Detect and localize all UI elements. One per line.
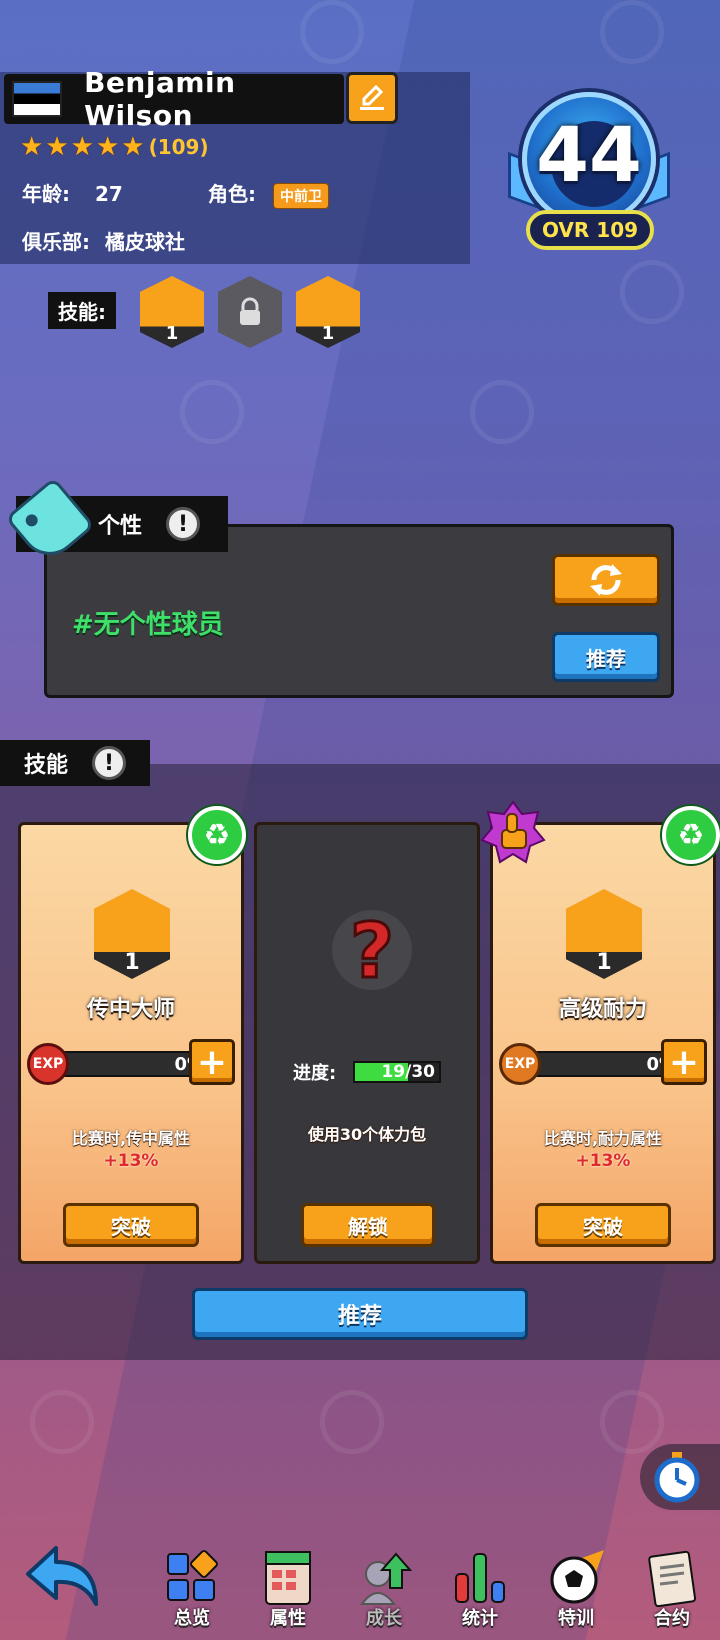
unlock-requirement: 使用30个体力包: [307, 1125, 427, 1144]
skill-bonus: +13%: [575, 1151, 631, 1171]
player-name: Benjamin Wilson: [84, 66, 236, 132]
skill-icon-stamina[interactable]: 1: [296, 276, 360, 348]
progress-bar: 19/30: [353, 1061, 441, 1083]
refresh-personality-button[interactable]: [552, 554, 660, 606]
progress-value: 19/30: [381, 1062, 435, 1082]
personality-tab-label: 个性: [98, 514, 143, 539]
svg-text:?: ?: [350, 906, 394, 995]
star-icon: ★: [95, 132, 120, 162]
ball-pattern: [30, 1390, 94, 1454]
skills-recommend-button[interactable]: 推荐: [192, 1288, 528, 1340]
skill-description: 比赛时,耐力属性: [543, 1129, 663, 1148]
exp-badge: EXP: [27, 1043, 69, 1085]
skill-level: 1: [124, 950, 140, 975]
skills-info-button[interactable]: !: [92, 746, 127, 780]
ovr-badge: 44 OVR 109: [508, 92, 670, 264]
nav-contract[interactable]: 合约: [632, 1548, 712, 1632]
refresh-icon: [590, 564, 622, 596]
pencil-icon: [360, 84, 384, 110]
country-flag: [12, 81, 63, 117]
nav-label: 合约: [654, 1608, 690, 1629]
skill-card-cross-master[interactable]: 1 传中大师 0% EXP + 比赛时,传中属性 +13% 突破: [18, 822, 244, 1264]
nav-label: 成长: [366, 1608, 402, 1629]
skill-level: 1: [321, 323, 335, 344]
nav-label: 总览: [174, 1608, 210, 1629]
nav-label: 特训: [558, 1608, 594, 1629]
skill-icon-stamina: 1: [566, 889, 642, 979]
skill-slot-locked[interactable]: [218, 276, 282, 348]
role-row: 角色: 中前卫: [208, 178, 329, 209]
skill-name: 高级耐力: [558, 997, 647, 1022]
personality-value: #无个性球员: [72, 610, 224, 640]
recycle-icon[interactable]: ♻: [662, 806, 720, 864]
training-icon: [550, 1550, 604, 1604]
exp-badge: EXP: [499, 1043, 541, 1085]
ovr-number: 44: [536, 110, 642, 199]
ovr-rating: OVR 109: [526, 210, 654, 250]
skill-card-advanced-stamina[interactable]: 1 高级耐力 0% EXP + 比赛时,耐力属性 +13% 突破: [490, 822, 716, 1264]
club-row: 俱乐部: 橘皮球社: [22, 226, 185, 255]
ball-pattern: [320, 1390, 384, 1454]
skill-icon-cross-master: 1: [94, 889, 170, 979]
personality-recommend-button[interactable]: 推荐: [552, 632, 660, 682]
stats-icon: [455, 1553, 505, 1603]
skill-description: 比赛时,传中属性: [71, 1129, 191, 1148]
attributes-icon: [265, 1551, 311, 1605]
skill-level: 1: [165, 323, 179, 344]
age-value: 27: [94, 182, 123, 206]
nav-label: 统计: [462, 1608, 498, 1629]
role-label: 角色:: [208, 182, 256, 206]
recycle-icon[interactable]: ♻: [188, 806, 246, 864]
age-label: 年龄:: [22, 182, 70, 206]
ball-pattern: [600, 1390, 664, 1454]
progress-label: 进度:: [293, 1063, 337, 1084]
overview-icon: [167, 1550, 218, 1601]
nav-label: 属性: [270, 1608, 306, 1629]
star-icon: ★: [70, 132, 94, 162]
skill-name: 传中大师: [86, 997, 175, 1022]
star-icon: ★: [121, 132, 145, 162]
skill-bonus: +13%: [103, 1151, 159, 1171]
thumbs-up-icon: [480, 800, 546, 864]
lock-icon: [240, 297, 260, 325]
nav-growth[interactable]: 成长: [344, 1548, 424, 1632]
add-exp-button[interactable]: +: [189, 1039, 235, 1085]
ball-pattern: [470, 380, 534, 444]
add-exp-button[interactable]: +: [661, 1039, 707, 1085]
personality-info-button[interactable]: !: [166, 507, 201, 541]
question-mark-icon: ?: [332, 905, 412, 995]
star-icon: ★: [20, 132, 44, 162]
stopwatch-icon: [654, 1452, 700, 1503]
skill-level: 1: [596, 950, 612, 975]
ball-pattern: [180, 380, 244, 444]
ball-pattern: [300, 0, 364, 64]
skill-icon-cross-master[interactable]: 1: [140, 276, 204, 348]
nav-attributes[interactable]: 属性: [248, 1548, 328, 1632]
rating-count: (109): [148, 135, 209, 159]
growth-icon: [360, 1552, 413, 1605]
rating-stars: ★ ★ ★ ★ ★ (109): [20, 132, 209, 162]
breakthrough-button[interactable]: 突破: [535, 1203, 671, 1247]
club-label: 俱乐部:: [22, 230, 90, 254]
contract-icon: [648, 1550, 697, 1608]
club-value: 橘皮球社: [104, 230, 185, 254]
edit-name-button[interactable]: [346, 72, 398, 124]
nav-stats[interactable]: 统计: [440, 1548, 520, 1632]
skills-label: 技能:: [48, 292, 116, 329]
nav-training[interactable]: 特训: [536, 1548, 616, 1632]
nav-overview[interactable]: 总览: [152, 1548, 232, 1632]
ball-pattern: [620, 260, 684, 324]
ball-pattern: [600, 0, 664, 64]
breakthrough-button[interactable]: 突破: [63, 1203, 199, 1247]
player-name-bar: Benjamin Wilson: [4, 66, 344, 132]
role-badge: 中前卫: [272, 183, 329, 209]
age-row: 年龄: 27: [22, 178, 123, 207]
star-icon: ★: [45, 132, 69, 162]
skill-card-locked[interactable]: ? 进度: 19/30 使用30个体力包 解锁: [254, 822, 480, 1264]
unlock-button[interactable]: 解锁: [301, 1203, 435, 1247]
back-arrow-icon[interactable]: [24, 1544, 104, 1616]
stopwatch-button[interactable]: [640, 1444, 720, 1510]
skills-tab: 技能 !: [0, 740, 150, 786]
skills-tab-label: 技能: [24, 753, 69, 778]
